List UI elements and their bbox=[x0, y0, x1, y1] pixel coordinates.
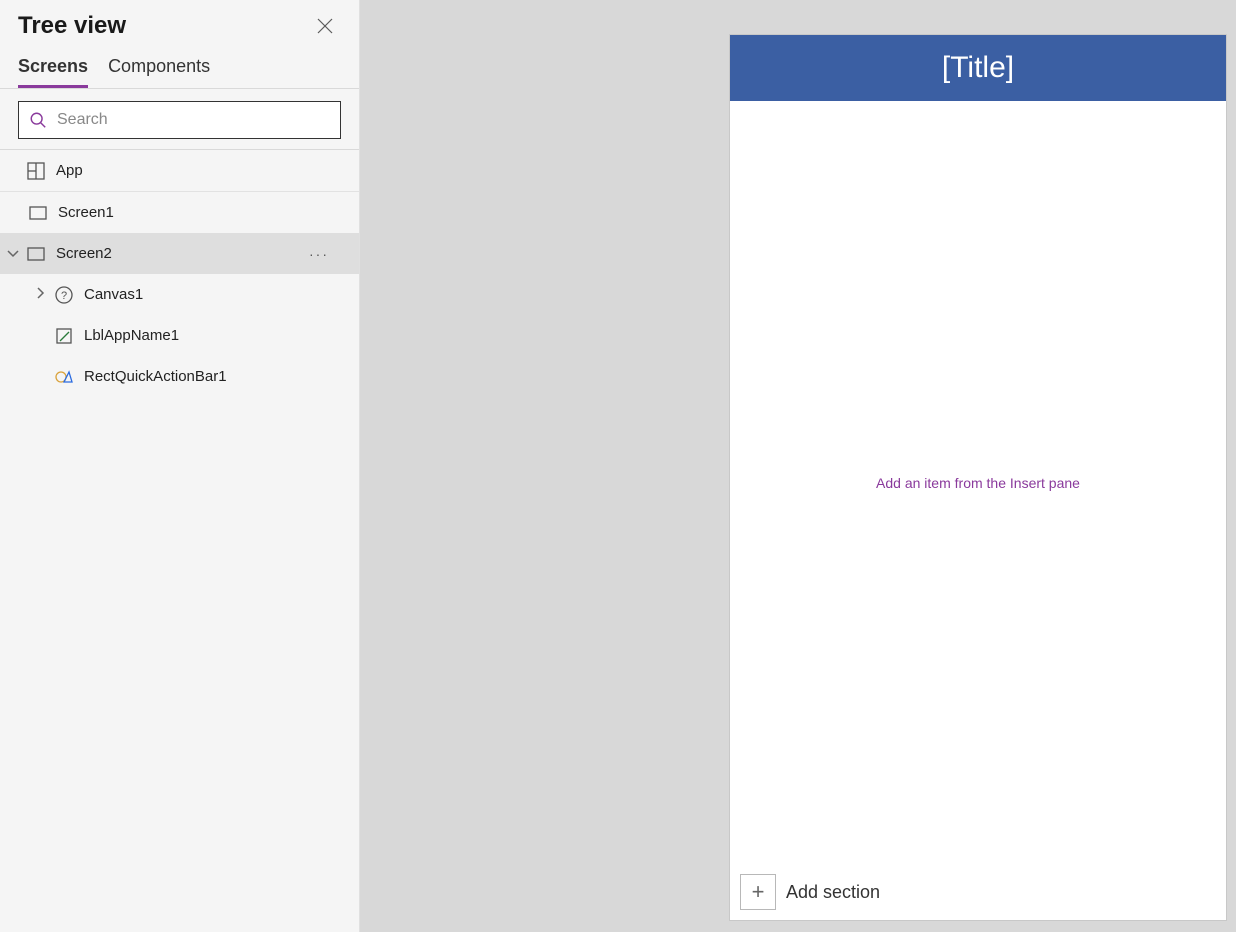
canvas-footer: + Add section bbox=[730, 864, 1226, 920]
tree-node-label: App bbox=[56, 162, 83, 179]
tree-node-label: RectQuickActionBar1 bbox=[84, 368, 227, 385]
tree-node-lblappname1[interactable]: LblAppName1 bbox=[0, 315, 359, 356]
tree-node-canvas1[interactable]: ? Canvas1 bbox=[0, 274, 359, 315]
chevron-right-icon[interactable] bbox=[28, 287, 54, 302]
chevron-down-icon[interactable] bbox=[0, 247, 26, 261]
add-section-button[interactable]: + bbox=[740, 874, 776, 910]
canvas-preview[interactable]: [Title] Add an item from the Insert pane… bbox=[729, 34, 1227, 921]
shape-icon bbox=[54, 367, 74, 387]
search-input[interactable] bbox=[57, 111, 330, 129]
plus-icon: + bbox=[752, 879, 765, 905]
search-icon bbox=[29, 111, 47, 129]
more-options-button[interactable]: ··· bbox=[309, 246, 349, 262]
tree-view-panel: Tree view Screens Components App Screen1 bbox=[0, 0, 360, 932]
svg-text:?: ? bbox=[61, 290, 67, 302]
tab-screens[interactable]: Screens bbox=[18, 56, 88, 88]
tabs: Screens Components bbox=[0, 46, 359, 89]
canvas-title-bar: [Title] bbox=[730, 35, 1226, 101]
tree-node-screen1[interactable]: Screen1 bbox=[0, 192, 359, 233]
tree-node-label: Screen2 bbox=[56, 245, 112, 262]
canvas-hint: Add an item from the Insert pane bbox=[876, 475, 1080, 491]
tab-components[interactable]: Components bbox=[108, 56, 210, 88]
close-icon bbox=[317, 18, 333, 34]
tree-node-label: Screen1 bbox=[58, 204, 114, 221]
canvas-stage: [Title] Add an item from the Insert pane… bbox=[360, 0, 1236, 932]
panel-header: Tree view bbox=[0, 0, 359, 46]
screen-icon bbox=[28, 203, 48, 223]
tree-node-screen2[interactable]: Screen2 ··· bbox=[0, 233, 359, 274]
canvas-body[interactable]: Add an item from the Insert pane bbox=[730, 101, 1226, 864]
add-section-label: Add section bbox=[786, 882, 880, 903]
help-icon: ? bbox=[54, 285, 74, 305]
tree-node-app[interactable]: App bbox=[0, 150, 359, 192]
tree-node-label: Canvas1 bbox=[84, 286, 143, 303]
screen-icon bbox=[26, 244, 46, 264]
search-wrap bbox=[0, 89, 359, 150]
close-button[interactable] bbox=[311, 12, 339, 40]
label-icon bbox=[54, 326, 74, 346]
tree-node-label: LblAppName1 bbox=[84, 327, 179, 344]
search-box[interactable] bbox=[18, 101, 341, 139]
panel-title: Tree view bbox=[18, 12, 126, 40]
app-icon bbox=[26, 161, 46, 181]
tree-list: App Screen1 Screen2 ··· ? Can bbox=[0, 150, 359, 932]
tree-node-rectquickactionbar1[interactable]: RectQuickActionBar1 bbox=[0, 356, 359, 397]
